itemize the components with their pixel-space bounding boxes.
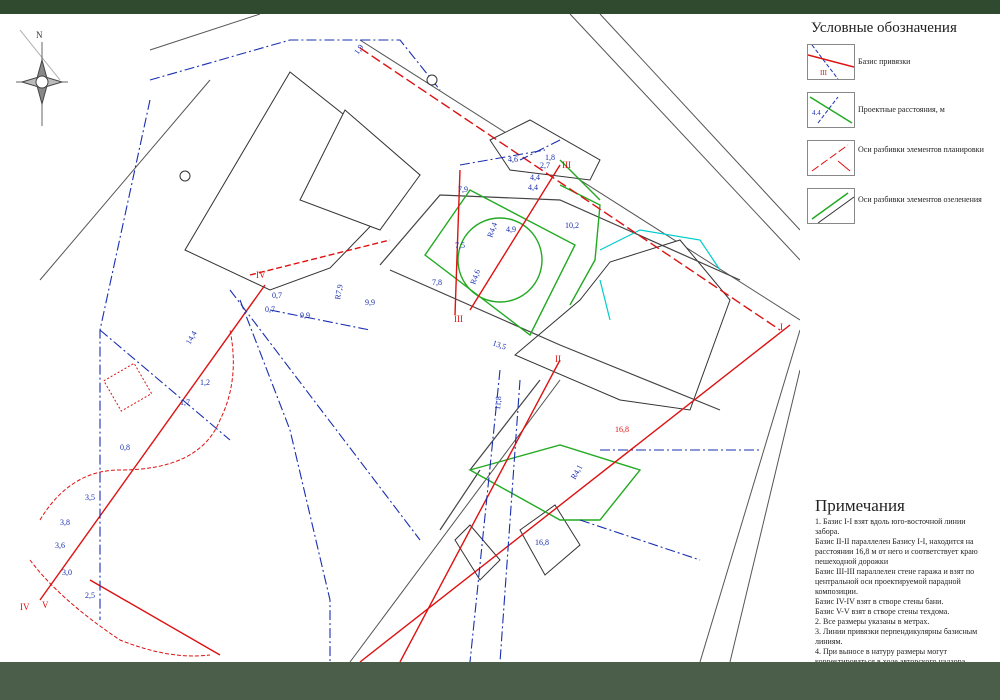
legend-label-distances: Проектные расстояния, м bbox=[858, 105, 945, 114]
dim-label: R4,1 bbox=[569, 463, 584, 481]
dim-label: 3,5 bbox=[85, 493, 95, 502]
notes-title: Примечания bbox=[815, 496, 905, 515]
dim-label: 4,9 bbox=[506, 225, 516, 234]
dim-label: 10,2 bbox=[565, 221, 579, 230]
dim-label: 14,4 bbox=[184, 329, 199, 346]
legend-label-greening-axes: Оси разбивки элементов озеленения bbox=[858, 195, 982, 204]
note-line: Базис II-II параллелен Базису I-I, наход… bbox=[815, 537, 978, 566]
dim-label: 1,9 bbox=[352, 43, 365, 56]
basis-label-iv-a: IV bbox=[256, 270, 266, 280]
basis-label-iv-b: IV bbox=[20, 602, 30, 612]
notes-list: 1. Базис I-I взят вдоль юго-восточной ли… bbox=[815, 517, 985, 667]
basis-label-ii: II bbox=[555, 354, 561, 364]
basis-label-iii-a: III bbox=[562, 160, 571, 170]
dim-label: R4,4 bbox=[485, 221, 499, 238]
dim-label: 11,8 bbox=[493, 396, 503, 410]
dim-label: 1,8 bbox=[545, 153, 555, 162]
dim-label: 7,8 bbox=[432, 278, 442, 287]
legend-sample-greening-axes bbox=[807, 188, 855, 224]
dim-label: 4,4 bbox=[530, 173, 540, 182]
basis-label-iii-b: III bbox=[454, 314, 463, 324]
dim-label: 2,7 bbox=[540, 161, 550, 170]
dim-label: R7,9 bbox=[333, 284, 345, 301]
legend-sample-planning-axes bbox=[807, 140, 855, 176]
dim-label: 9,9 bbox=[365, 298, 375, 307]
legend-label-basis: Базис привязки bbox=[858, 57, 911, 66]
dim-label: 7,5 bbox=[455, 241, 465, 250]
note-line: 3. Линии привязки перпендикулярны базисн… bbox=[815, 627, 978, 646]
site-plan: I II III III IV IV V 1,9 16,8 16,8 14,4 … bbox=[19, 14, 800, 662]
dim-label: 0,8 bbox=[120, 443, 130, 452]
svg-text:III: III bbox=[820, 69, 828, 77]
dim-label: 7,9 bbox=[458, 185, 468, 194]
note-line: Базис III-III параллелен стене гаража и … bbox=[815, 567, 975, 596]
top-bar bbox=[0, 0, 1000, 14]
note-line: Базис IV-IV взят в створе стены бани. bbox=[815, 597, 944, 606]
legend-label-planning-axes: Оси разбивки элементов планировки bbox=[858, 145, 984, 154]
dim-label: 16,8 bbox=[615, 425, 629, 434]
compass-icon bbox=[16, 42, 68, 126]
dim-label: 13,5 bbox=[491, 338, 507, 351]
note-line: 1. Базис I-I взят вдоль юго-восточной ли… bbox=[815, 517, 966, 536]
dim-label: 4,4 bbox=[528, 183, 538, 192]
north-label: N bbox=[36, 30, 43, 40]
basis-label-v: V bbox=[42, 600, 49, 610]
dim-label: 0,7 bbox=[265, 305, 275, 314]
dim-label: 3,6 bbox=[55, 541, 65, 550]
legend-title: Условные обозначения bbox=[811, 20, 957, 36]
bottom-bar bbox=[0, 662, 1000, 700]
dim-label: 2,5 bbox=[85, 591, 95, 600]
legend-sample-distances: 4.4 bbox=[807, 92, 855, 128]
dim-label: 16,8 bbox=[535, 538, 549, 547]
dim-label: R4,6 bbox=[468, 268, 482, 285]
dim-label: 1,2 bbox=[200, 378, 210, 387]
basis-label-i: I bbox=[780, 322, 783, 332]
dim-label: 3,0 bbox=[62, 568, 72, 577]
dim-label: 1,7 bbox=[180, 398, 190, 407]
dim-label: 4,6 bbox=[508, 155, 518, 164]
dim-label: 3,8 bbox=[60, 518, 70, 527]
dim-label: 0,7 bbox=[272, 291, 282, 300]
dim-label: 9,9 bbox=[300, 311, 310, 320]
note-line: Базис V-V взят в створе стены техдома. bbox=[815, 607, 950, 616]
legend-sample-basis: III bbox=[807, 44, 855, 80]
note-line: 2. Все размеры указаны в метрах. bbox=[815, 617, 930, 626]
svg-text:4.4: 4.4 bbox=[812, 109, 821, 117]
